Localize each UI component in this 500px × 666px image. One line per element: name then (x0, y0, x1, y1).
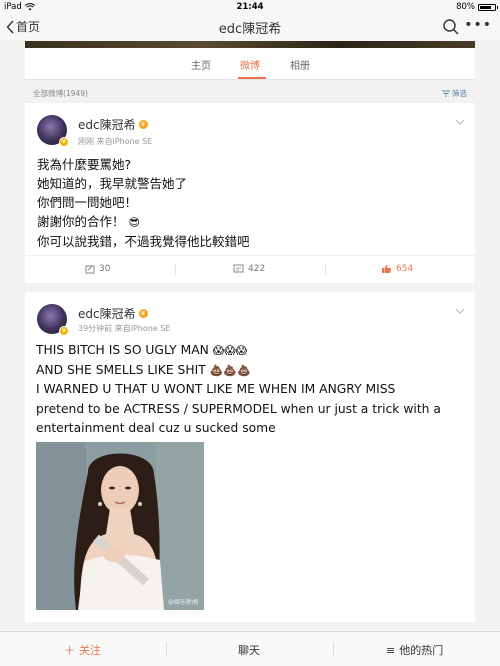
comment-button[interactable]: 422 (233, 264, 265, 274)
follow-button[interactable]: ＋ 关注 (64, 642, 101, 658)
battery-percent: 80% (456, 2, 475, 12)
hot-label: 他的热门 (399, 644, 444, 657)
post-actions: 30 422 654 (25, 255, 475, 283)
like-count: 654 (396, 264, 414, 274)
comment-icon (233, 264, 244, 273)
repost-icon (85, 265, 95, 274)
post-line-text: THIS BITCH IS SO UGLY MAN (36, 343, 209, 357)
status-bar: iPad 21:44 80% (0, 0, 500, 14)
clock: 21:44 (236, 2, 264, 12)
post-image[interactable]: @娱乐新闻 (36, 442, 204, 610)
post-meta: 刚刚 来自iPhone SE (78, 137, 153, 146)
post-line: 我為什麼要罵她? (37, 157, 132, 172)
like-button[interactable]: 654 (381, 264, 413, 274)
hot-posts-button[interactable]: ≡ 他的热门 (386, 642, 443, 658)
tab-home[interactable]: 主页 (191, 57, 211, 72)
vip-icon: ♛ (138, 309, 148, 318)
more-icon[interactable]: ••• (464, 17, 492, 33)
username[interactable]: edc陳冠希 ♛ (78, 305, 148, 322)
post-count: 全部微博(1949) (33, 89, 88, 98)
image-watermark: @娱乐新闻 (167, 599, 198, 606)
divider (175, 264, 176, 275)
post-line: 你可以說我錯，不過我覺得他比較錯吧 (37, 234, 250, 249)
tab-album[interactable]: 相册 (290, 57, 310, 72)
back-label: 首页 (16, 20, 41, 34)
feed-header: 全部微博(1949) 筛选 (25, 86, 475, 100)
follow-label: 关注 (79, 644, 101, 657)
post-line: pretend to be ACTRESS / SUPERMODEL when … (36, 401, 441, 416)
chevron-left-icon (6, 20, 14, 33)
active-tab-indicator (238, 77, 266, 79)
chat-button[interactable]: 聊天 (238, 642, 260, 658)
post-card[interactable]: v edc陳冠希 ♛ 刚刚 来自iPhone SE 我為什麼要罵她? 她知道的，… (25, 103, 475, 283)
filter-button[interactable]: 筛选 (442, 88, 467, 99)
post-line: I WARNED U THAT U WONT LIKE ME WHEN IM A… (36, 382, 396, 396)
list-icon: ≡ (386, 643, 396, 657)
repost-count: 30 (99, 264, 111, 274)
bottom-toolbar: ＋ 关注 聊天 ≡ 他的热门 (0, 631, 500, 666)
back-button[interactable]: 首页 (6, 18, 40, 35)
username[interactable]: edc陳冠希 ♛ (78, 116, 148, 133)
comment-count: 422 (248, 264, 266, 274)
post-content: THIS BITCH IS SO UGLY MAN 😱😱😱 AND SHE SM… (36, 341, 465, 439)
profile-tabs: 主页 微博 相册 (25, 48, 475, 80)
tab-weibo[interactable]: 微博 (240, 57, 260, 72)
username-text: edc陳冠希 (78, 118, 136, 132)
post-card[interactable]: v edc陳冠希 ♛ 39分钟前 来自iPhone SE THIS BITCH … (25, 292, 475, 622)
verified-badge-icon: v (59, 326, 69, 336)
battery-icon (478, 3, 498, 11)
sunglasses-emoji: 😎 (128, 216, 140, 229)
filter-icon (442, 90, 450, 97)
chevron-down-icon[interactable] (455, 117, 465, 127)
post-line: 你們問一問她吧！ (37, 195, 138, 210)
post-line: AND SHE SMELLS LIKE SHIT 💩💩💩 (36, 361, 465, 381)
scream-emoji: 😱😱😱 (212, 344, 248, 357)
divider (325, 264, 326, 275)
page-title: edc陳冠希 (218, 22, 282, 37)
verified-badge-icon: v (59, 137, 69, 147)
post-line: 謝謝你的合作！ 😎 (37, 212, 465, 232)
post-meta: 39分钟前 来自iPhone SE (78, 324, 171, 333)
username-text: edc陳冠希 (78, 307, 136, 321)
repost-button[interactable]: 30 (85, 264, 110, 274)
poop-emoji: 💩💩💩 (209, 363, 251, 377)
post-line-text: 謝謝你的合作！ (37, 214, 125, 229)
chat-label: 聊天 (238, 644, 260, 657)
battery-fill (480, 5, 492, 9)
post-line-text: AND SHE SMELLS LIKE SHIT (36, 362, 206, 377)
post-line: 她知道的，我早就警告她了 (37, 176, 188, 191)
plus-icon: ＋ (64, 644, 75, 657)
profile-cover-image (25, 41, 475, 48)
chevron-down-icon[interactable] (455, 306, 465, 316)
navigation-bar: 首页 edc陳冠希 ••• (0, 14, 500, 41)
vip-icon: ♛ (138, 120, 148, 129)
post-line: THIS BITCH IS SO UGLY MAN 😱😱😱 (36, 341, 465, 361)
filter-label: 筛选 (452, 89, 467, 98)
search-icon[interactable] (442, 18, 460, 36)
post-content: 我為什麼要罵她? 她知道的，我早就警告她了 你們問一問她吧！ 謝謝你的合作！ 😎… (37, 155, 465, 251)
thumbs-up-icon (382, 264, 392, 273)
post-line: entertainment deal cuz u sucked some (36, 421, 276, 435)
divider (333, 642, 334, 656)
portrait-photo (36, 442, 204, 610)
divider (166, 642, 167, 656)
